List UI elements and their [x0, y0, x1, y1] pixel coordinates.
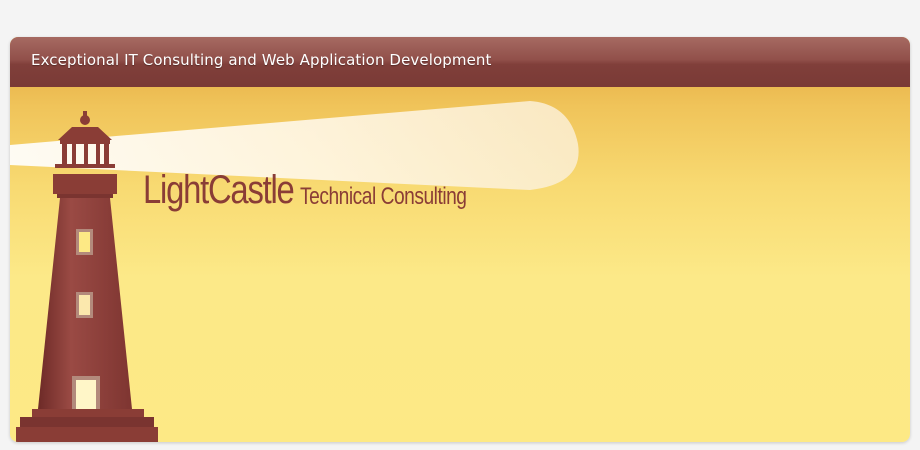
- logo-wordmark: LightCastle Technical Consulting: [143, 168, 467, 213]
- banner: Exceptional IT Consulting and Web Applic…: [10, 37, 910, 442]
- header-bar: Exceptional IT Consulting and Web Applic…: [10, 37, 910, 87]
- hero-illustration: [10, 101, 579, 442]
- logo-subtitle: Technical Consulting: [300, 183, 467, 210]
- logo-name: LightCastle: [143, 168, 295, 212]
- hero-banner: LightCastle Technical Consulting: [10, 87, 910, 442]
- tagline: Exceptional IT Consulting and Web Applic…: [31, 51, 492, 69]
